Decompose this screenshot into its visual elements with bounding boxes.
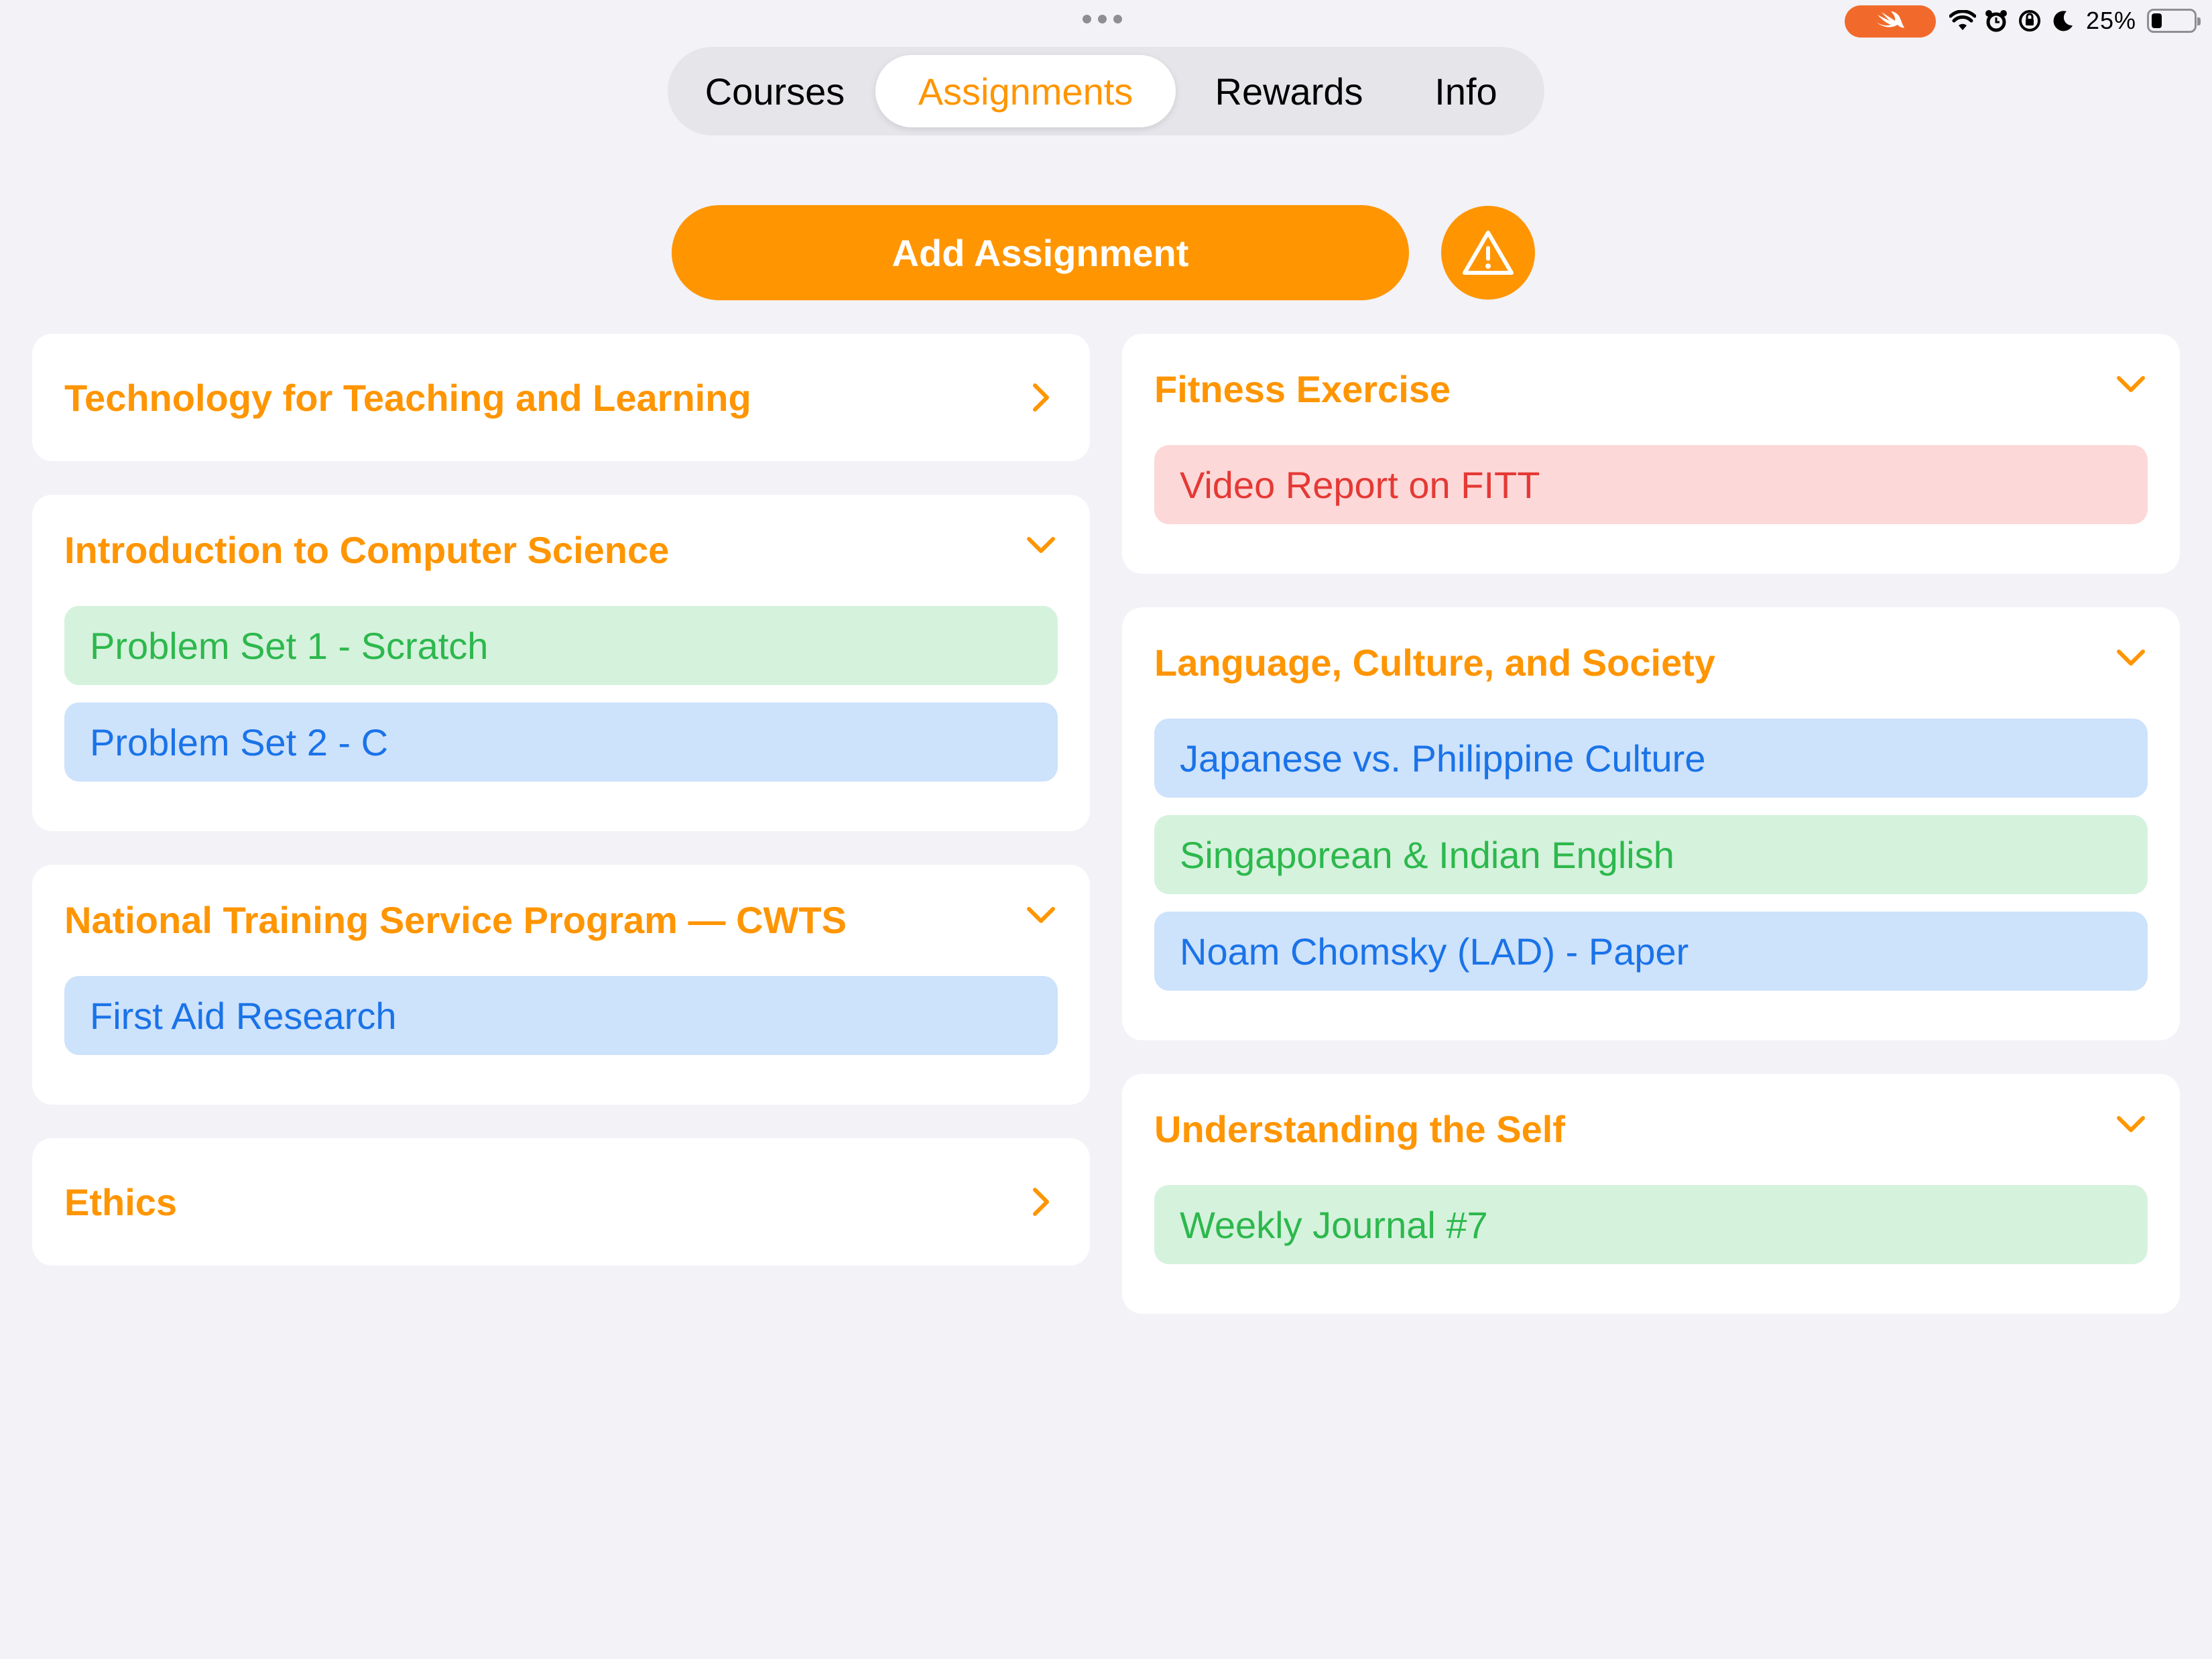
course-header[interactable]: Fitness Exercise [1154,334,2148,445]
alarm-icon [1983,7,2010,34]
course-header[interactable]: National Training Service Program — CWTS [64,865,1058,976]
course-card: National Training Service Program — CWTS… [32,865,1090,1105]
course-card: Language, Culture, and Society Japanese … [1122,607,2180,1040]
chevron-down-icon[interactable] [2114,1107,2148,1141]
course-header[interactable]: Understanding the Self [1154,1074,2148,1185]
assignment-item[interactable]: Singaporean & Indian English [1154,815,2148,894]
course-title: Language, Culture, and Society [1154,641,1716,684]
course-title: National Training Service Program — CWTS [64,899,847,941]
add-assignment-button[interactable]: Add Assignment [672,205,1409,300]
chevron-right-icon[interactable] [1024,1185,1058,1219]
course-title: Understanding the Self [1154,1108,1565,1150]
tab-courses[interactable]: Courses [674,55,875,127]
assignment-item[interactable]: Problem Set 2 - C [64,702,1058,782]
battery-percentage: 25% [2086,7,2137,34]
course-card: Ethics [32,1138,1090,1266]
warning-icon [1463,231,1514,275]
status-bar: 25% [0,0,2212,40]
course-card: Fitness Exercise Video Report on FITT [1122,334,2180,574]
course-card: Technology for Teaching and Learning [32,334,1090,461]
chevron-right-icon[interactable] [1024,381,1058,414]
course-card: Introduction to Computer Science Problem… [32,495,1090,831]
assignment-item[interactable]: Japanese vs. Philippine Culture [1154,719,2148,798]
assignment-item[interactable]: Video Report on FITT [1154,445,2148,524]
multitasking-dots-icon[interactable] [1083,15,1122,23]
tab-info[interactable]: Info [1402,55,1530,127]
course-header[interactable]: Language, Culture, and Society [1154,607,2148,719]
warning-button[interactable] [1441,206,1535,300]
tab-assignments[interactable]: Assignments [875,55,1176,127]
orientation-lock-icon [2016,7,2043,34]
swift-icon[interactable] [1845,5,1936,38]
assignment-item[interactable]: Noam Chomsky (LAD) - Paper [1154,912,2148,991]
course-card: Understanding the Self Weekly Journal #7 [1122,1074,2180,1314]
chevron-down-icon[interactable] [1024,528,1058,562]
assignment-item[interactable]: First Aid Research [64,976,1058,1055]
chevron-down-icon[interactable] [2114,641,2148,674]
tab-rewards[interactable]: Rewards [1176,55,1402,127]
course-header[interactable]: Introduction to Computer Science [64,495,1058,606]
chevron-down-icon[interactable] [1024,898,1058,932]
assignment-item[interactable]: Problem Set 1 - Scratch [64,606,1058,685]
battery-icon [2147,9,2201,33]
moon-icon [2050,7,2077,34]
course-title: Fitness Exercise [1154,368,1451,410]
tab-bar: Courses Assignments Rewards Info [668,47,1544,135]
wifi-icon [1949,7,1976,34]
course-title: Introduction to Computer Science [64,529,670,571]
course-header[interactable]: Technology for Teaching and Learning [64,334,1058,461]
course-header[interactable]: Ethics [64,1138,1058,1266]
assignment-item[interactable]: Weekly Journal #7 [1154,1185,2148,1264]
course-title: Ethics [64,1180,178,1223]
chevron-down-icon[interactable] [2114,367,2148,401]
right-course-column: Fitness Exercise Video Report on FITT La… [1122,334,2180,1314]
course-title: Technology for Teaching and Learning [64,376,751,419]
left-course-column: Technology for Teaching and Learning Int… [32,334,1090,1266]
